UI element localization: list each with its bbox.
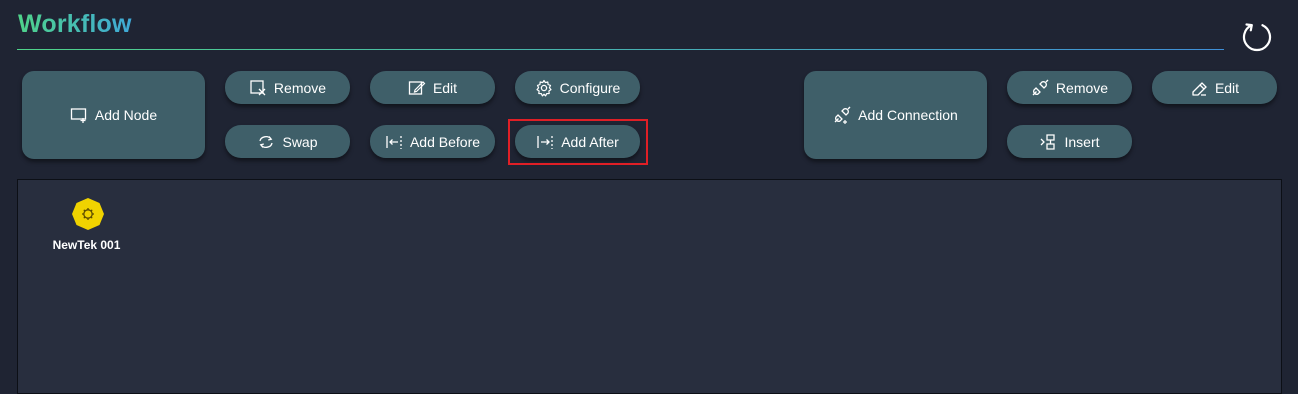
add-before-icon xyxy=(385,133,403,151)
swap-label: Swap xyxy=(282,133,318,150)
edit-node-button[interactable]: Edit xyxy=(370,71,495,104)
configure-button[interactable]: Configure xyxy=(515,71,640,104)
add-node-button[interactable]: Add Node xyxy=(22,71,205,159)
node-label: NewTek 001 xyxy=(52,238,121,252)
insert-icon xyxy=(1039,133,1057,151)
remove-connection-button[interactable]: Remove xyxy=(1007,71,1132,104)
edit-connection-button[interactable]: Edit xyxy=(1152,71,1277,104)
refresh-button[interactable] xyxy=(1240,20,1274,54)
add-node-icon xyxy=(70,106,88,124)
refresh-icon xyxy=(1242,23,1272,52)
add-connection-icon xyxy=(833,106,851,124)
add-node-label: Add Node xyxy=(94,107,158,123)
configure-label: Configure xyxy=(559,79,621,96)
gear-icon xyxy=(535,79,553,97)
edit-node-label: Edit xyxy=(432,79,458,96)
workflow-node[interactable]: NewTek 001 xyxy=(48,197,128,252)
remove-node-label: Remove xyxy=(273,79,327,96)
newtek-gear-icon xyxy=(72,198,104,230)
workflow-canvas[interactable]: NewTek 001 xyxy=(17,179,1282,394)
remove-connection-label: Remove xyxy=(1055,79,1109,96)
remove-node-button[interactable]: Remove xyxy=(225,71,350,104)
swap-button[interactable]: Swap xyxy=(225,125,350,158)
edit-node-icon xyxy=(408,79,426,97)
title-underline xyxy=(17,49,1224,50)
add-connection-label: Add Connection xyxy=(858,107,958,123)
remove-connection-icon xyxy=(1031,79,1049,97)
edit-connection-icon xyxy=(1190,79,1208,97)
page-title: Workflow xyxy=(18,10,132,38)
remove-node-icon xyxy=(249,79,267,97)
insert-label: Insert xyxy=(1064,133,1100,150)
insert-button[interactable]: Insert xyxy=(1007,125,1132,158)
add-before-button[interactable]: Add Before xyxy=(370,125,495,158)
add-connection-button[interactable]: Add Connection xyxy=(804,71,987,159)
edit-connection-label: Edit xyxy=(1214,79,1240,96)
swap-icon xyxy=(257,133,275,151)
selection-highlight xyxy=(508,119,648,165)
add-before-label: Add Before xyxy=(409,133,481,150)
